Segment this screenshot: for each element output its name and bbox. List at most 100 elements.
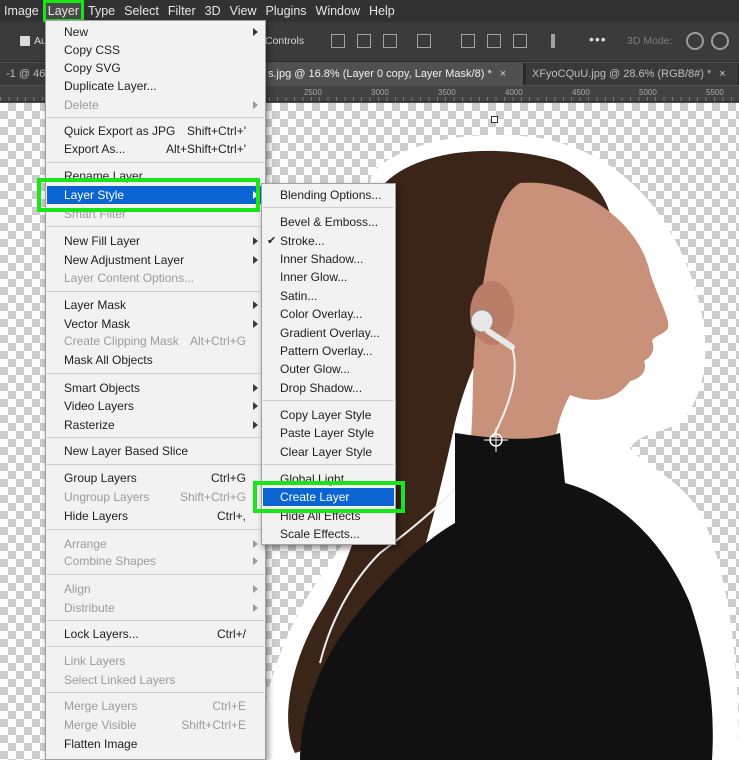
menu-item-copy-svg[interactable]: Copy SVG <box>47 59 264 77</box>
menu-plugins[interactable]: Plugins <box>262 1 311 21</box>
close-tab-icon[interactable]: × <box>500 68 506 80</box>
menu-item-outer-glow[interactable]: Outer Glow... <box>263 360 394 378</box>
menu-item-video-layers[interactable]: Video Layers <box>47 397 264 415</box>
menu-item-rename-layer[interactable]: Rename Layer... <box>47 167 264 185</box>
menu-item-layer-mask[interactable]: Layer Mask <box>47 296 264 314</box>
menu-window[interactable]: Window <box>312 1 364 21</box>
menu-layer[interactable]: Layer <box>42 0 85 22</box>
menu-3d[interactable]: 3D <box>201 1 225 21</box>
menu-item-distribute: Distribute <box>47 599 264 617</box>
menu-filter[interactable]: Filter <box>164 1 200 21</box>
menu-separator <box>47 646 264 647</box>
menu-separator <box>47 464 264 465</box>
menu-help[interactable]: Help <box>365 1 399 21</box>
submenu-arrow-icon <box>253 237 258 245</box>
menu-item-create-clipping-mask: Create Clipping Mask Alt+Ctrl+G <box>64 334 246 348</box>
menu-item-hide-layers[interactable]: Hide Layers Ctrl+, <box>47 507 264 525</box>
menu-item-bevel-emboss[interactable]: Bevel & Emboss... <box>263 213 394 231</box>
document-tab[interactable]: XFyoCQuU.jpg @ 28.6% (RGB/8#) * × <box>526 63 739 85</box>
menu-item-gradient-overlay[interactable]: Gradient Overlay... <box>263 324 394 342</box>
ruler-label: 4500 <box>572 88 590 97</box>
submenu-arrow-icon <box>253 191 258 199</box>
menu-type[interactable]: Type <box>84 1 119 21</box>
submenu-arrow-icon <box>253 604 258 612</box>
menu-item-ungroup-layers: Ungroup Layers Shift+Ctrl+G <box>64 490 246 504</box>
orbit-3d-icon[interactable] <box>686 32 704 50</box>
menu-item-satin[interactable]: Satin... <box>263 287 394 305</box>
menu-item-quick-export[interactable]: Quick Export as JPG Shift+Ctrl+' <box>47 122 264 140</box>
menu-item-drop-shadow[interactable]: Drop Shadow... <box>263 379 394 397</box>
menu-separator <box>263 464 394 465</box>
menu-item-new-layer-based-slice[interactable]: New Layer Based Slice <box>47 442 264 460</box>
menu-item-create-layer[interactable]: Create Layer <box>263 488 394 506</box>
menu-separator <box>263 400 394 401</box>
close-tab-icon[interactable]: × <box>719 68 725 80</box>
menu-view[interactable]: View <box>226 1 261 21</box>
rotate-3d-icon[interactable] <box>711 32 729 50</box>
menu-image[interactable]: Image <box>0 1 43 21</box>
menu-item-layer-style[interactable]: Layer Style <box>47 186 264 204</box>
menu-item-new[interactable]: New <box>47 23 264 41</box>
menu-item-rasterize[interactable]: Rasterize <box>47 416 264 434</box>
menu-separator <box>47 574 264 575</box>
menu-item-duplicate-layer[interactable]: Duplicate Layer... <box>47 77 264 95</box>
menu-item-new-fill-layer[interactable]: New Fill Layer <box>47 232 264 250</box>
menu-item-lock-layers[interactable]: Lock Layers... Ctrl+/ <box>47 625 264 643</box>
menu-item-arrange: Arrange <box>47 535 264 553</box>
menu-item-group-layers[interactable]: Group Layers Ctrl+G <box>47 469 264 487</box>
more-options-icon[interactable]: ••• <box>589 31 607 47</box>
menu-item-new-adjustment-layer[interactable]: New Adjustment Layer <box>47 251 264 269</box>
menu-item-layer-content-options: Layer Content Options... <box>64 271 195 285</box>
submenu-arrow-icon <box>253 421 258 429</box>
menu-separator <box>47 117 264 118</box>
menu-item-color-overlay[interactable]: Color Overlay... <box>263 305 394 323</box>
menu-separator <box>47 226 264 227</box>
menu-item-global-light[interactable]: Global Light... <box>263 470 394 488</box>
distribute-vertical-icon[interactable] <box>551 34 555 48</box>
submenu-arrow-icon <box>253 101 258 109</box>
submenu-arrow-icon <box>253 28 258 36</box>
align-left-icon[interactable] <box>331 34 345 48</box>
align-bottom-icon[interactable] <box>513 34 527 48</box>
ruler-label: 3000 <box>371 88 389 97</box>
align-top-icon[interactable] <box>461 34 475 48</box>
distribute-icon[interactable] <box>417 34 431 48</box>
transform-controls-label[interactable]: Controls <box>265 35 304 47</box>
ruler-label: 5000 <box>639 88 657 97</box>
checkmark-icon: ✔ <box>267 235 277 247</box>
menu-item-smart-objects[interactable]: Smart Objects <box>47 379 264 397</box>
menu-item-flatten-image[interactable]: Flatten Image <box>47 735 264 753</box>
submenu-arrow-icon <box>253 320 258 328</box>
submenu-arrow-icon <box>253 557 258 565</box>
menu-item-stroke[interactable]: ✔ Stroke... <box>263 232 394 250</box>
menu-item-copy-css[interactable]: Copy CSS <box>47 41 264 59</box>
menu-item-inner-glow[interactable]: Inner Glow... <box>263 268 394 286</box>
menu-item-scale-effects[interactable]: Scale Effects... <box>263 525 394 543</box>
menu-item-mask-all-objects[interactable]: Mask All Objects <box>47 351 264 369</box>
submenu-arrow-icon <box>253 402 258 410</box>
document-tab-active[interactable]: s.jpg @ 16.8% (Layer 0 copy, Layer Mask/… <box>262 63 524 85</box>
submenu-arrow-icon <box>253 256 258 264</box>
menu-item-hide-all-effects[interactable]: Hide All Effects <box>263 507 394 525</box>
align-right-icon[interactable] <box>383 34 397 48</box>
menu-item-export-as[interactable]: Export As... Alt+Shift+Ctrl+' <box>47 140 264 158</box>
menu-item-copy-layer-style[interactable]: Copy Layer Style <box>263 406 394 424</box>
3d-mode-label: 3D Mode: <box>627 35 673 47</box>
menu-item-paste-layer-style[interactable]: Paste Layer Style <box>263 424 394 442</box>
menu-separator <box>263 207 394 208</box>
menu-item-smart-filter: Smart Filter <box>64 207 127 221</box>
menu-item-merge-layers: Merge Layers Ctrl+E <box>64 699 246 713</box>
menu-item-blending-options[interactable]: Blending Options... <box>263 186 394 204</box>
menu-item-clear-layer-style[interactable]: Clear Layer Style <box>263 443 394 461</box>
align-center-icon[interactable] <box>357 34 371 48</box>
menu-item-vector-mask[interactable]: Vector Mask <box>47 315 264 333</box>
submenu-arrow-icon <box>253 585 258 593</box>
menu-item-merge-visible: Merge Visible Shift+Ctrl+E <box>64 718 246 732</box>
menu-item-inner-shadow[interactable]: Inner Shadow... <box>263 250 394 268</box>
align-middle-icon[interactable] <box>487 34 501 48</box>
tab-label: XFyoCQuU.jpg @ 28.6% (RGB/8#) * <box>532 68 712 80</box>
auto-select-checkbox[interactable] <box>20 36 30 46</box>
menu-select[interactable]: Select <box>120 1 163 21</box>
menu-item-pattern-overlay[interactable]: Pattern Overlay... <box>263 342 394 360</box>
ruler-label: 4000 <box>505 88 523 97</box>
